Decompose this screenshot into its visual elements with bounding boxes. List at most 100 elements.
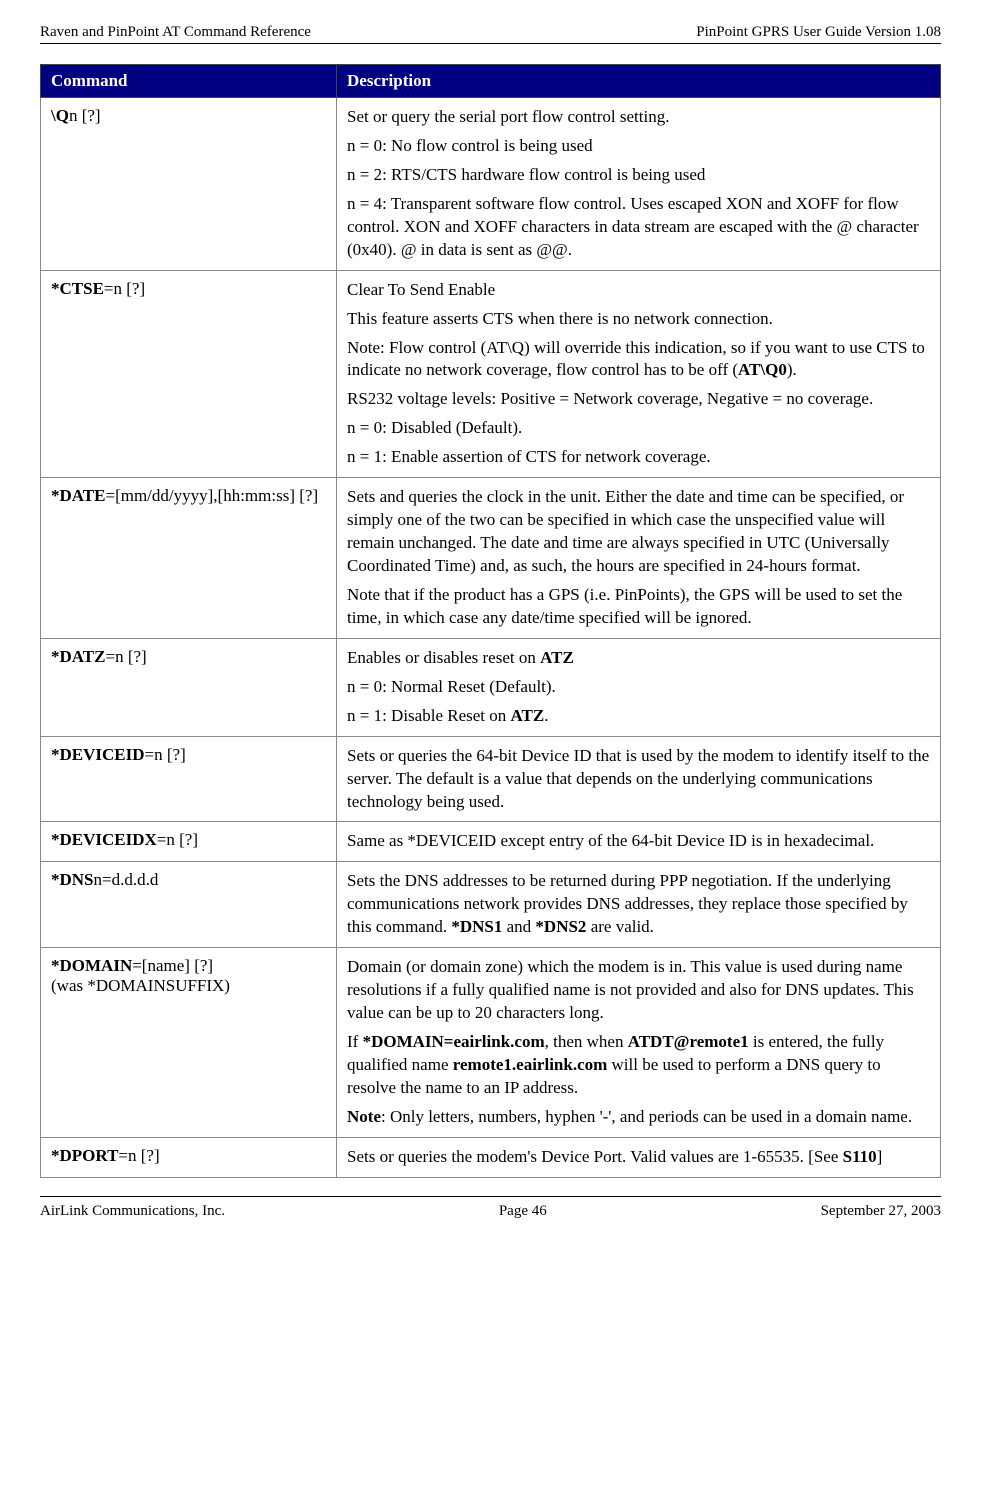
ctse-text-5: n = 0: Disabled (Default).: [347, 417, 930, 440]
cmd-date-bold: *DATE: [51, 486, 105, 505]
dns-1b: *DNS1: [451, 917, 502, 936]
cmd-dport-bold: *DPORT: [51, 1146, 118, 1165]
header-right: PinPoint GPRS User Guide Version 1.08: [696, 24, 941, 41]
q-text-4: n = 4: Transparent software flow control…: [347, 193, 930, 262]
domain-text-2: If *DOMAIN=eairlink.com, then when ATDT@…: [347, 1031, 930, 1100]
desc-datz: Enables or disables reset on ATZ n = 0: …: [337, 638, 941, 736]
cmd-ctse-bold: *CTSE: [51, 279, 104, 298]
ctse-text-6: n = 1: Enable assertion of CTS for netwo…: [347, 446, 930, 469]
page-footer: AirLink Communications, Inc. Page 46 Sep…: [40, 1196, 941, 1220]
cmd-deviceid: *DEVICEID=n [?]: [41, 736, 337, 822]
desc-deviceidx: Same as *DEVICEID except entry of the 64…: [337, 822, 941, 862]
row-dport: *DPORT=n [?] Sets or queries the modem's…: [41, 1137, 941, 1177]
ctse-3b: AT\Q0: [738, 360, 787, 379]
dns-1e: are valid.: [586, 917, 654, 936]
datz-3b: ATZ: [511, 706, 545, 725]
ctse-3a: Note: Flow control (AT\Q) will override …: [347, 338, 925, 380]
cmd-datz-rest: =n [?]: [105, 647, 146, 666]
datz-3c: .: [544, 706, 548, 725]
domain-text-1: Domain (or domain zone) which the modem …: [347, 956, 930, 1025]
date-text-2: Note that if the product has a GPS (i.e.…: [347, 584, 930, 630]
dns-1d: *DNS2: [535, 917, 586, 936]
desc-dns: Sets the DNS addresses to be returned du…: [337, 862, 941, 948]
ctse-text-1: Clear To Send Enable: [347, 279, 930, 302]
desc-dport: Sets or queries the modem's Device Port.…: [337, 1137, 941, 1177]
q-text-3: n = 2: RTS/CTS hardware flow control is …: [347, 164, 930, 187]
cmd-ctse-rest: =n [?]: [104, 279, 145, 298]
col-header-description: Description: [337, 65, 941, 98]
header-left: Raven and PinPoint AT Command Reference: [40, 24, 311, 41]
footer-center: Page 46: [499, 1203, 547, 1220]
document-page: Raven and PinPoint AT Command Reference …: [0, 0, 981, 1238]
dport-text-1: Sets or queries the modem's Device Port.…: [347, 1146, 930, 1169]
date-text-1: Sets and queries the clock in the unit. …: [347, 486, 930, 578]
row-date: *DATE=[mm/dd/yyyy],[hh:mm:ss] [?] Sets a…: [41, 478, 941, 639]
domain-2b: *DOMAIN=eairlink.com: [363, 1032, 545, 1051]
cmd-q: \Qn [?]: [41, 98, 337, 271]
page-header: Raven and PinPoint AT Command Reference …: [40, 24, 941, 44]
cmd-deviceidx-bold: *DEVICEIDX: [51, 830, 157, 849]
domain-3a: Note: [347, 1107, 381, 1126]
desc-deviceid: Sets or queries the 64-bit Device ID tha…: [337, 736, 941, 822]
cmd-domain-line2: (was *DOMAINSUFFIX): [51, 976, 230, 995]
cmd-domain-bold: *DOMAIN: [51, 956, 132, 975]
datz-3a: n = 1: Disable Reset on: [347, 706, 511, 725]
row-deviceidx: *DEVICEIDX=n [?] Same as *DEVICEID excep…: [41, 822, 941, 862]
cmd-deviceid-bold: *DEVICEID: [51, 745, 145, 764]
q-text-1: Set or query the serial port flow contro…: [347, 106, 930, 129]
ctse-text-2: This feature asserts CTS when there is n…: [347, 308, 930, 331]
footer-left: AirLink Communications, Inc.: [40, 1203, 225, 1220]
row-ctse: *CTSE=n [?] Clear To Send Enable This fe…: [41, 270, 941, 478]
row-domain: *DOMAIN=[name] [?] (was *DOMAINSUFFIX) D…: [41, 948, 941, 1138]
cmd-q-rest: n [?]: [69, 106, 101, 125]
ctse-text-3: Note: Flow control (AT\Q) will override …: [347, 337, 930, 383]
cmd-domain: *DOMAIN=[name] [?] (was *DOMAINSUFFIX): [41, 948, 337, 1138]
datz-text-2: n = 0: Normal Reset (Default).: [347, 676, 930, 699]
domain-2f: remote1.eairlink.com: [453, 1055, 608, 1074]
footer-right: September 27, 2003: [821, 1203, 941, 1220]
datz-1a: Enables or disables reset on: [347, 648, 540, 667]
cmd-deviceid-rest: =n [?]: [145, 745, 186, 764]
dns-1c: and: [502, 917, 535, 936]
domain-3b: : Only letters, numbers, hyphen '-', and…: [381, 1107, 912, 1126]
cmd-deviceidx-rest: =n [?]: [157, 830, 198, 849]
datz-text-1: Enables or disables reset on ATZ: [347, 647, 930, 670]
dport-1a: Sets or queries the modem's Device Port.…: [347, 1147, 843, 1166]
table-header-row: Command Description: [41, 65, 941, 98]
cmd-dns-bold: *DNS: [51, 870, 94, 889]
row-q: \Qn [?] Set or query the serial port flo…: [41, 98, 941, 271]
ctse-text-4: RS232 voltage levels: Positive = Network…: [347, 388, 930, 411]
row-datz: *DATZ=n [?] Enables or disables reset on…: [41, 638, 941, 736]
ctse-3c: ).: [787, 360, 797, 379]
cmd-ctse: *CTSE=n [?]: [41, 270, 337, 478]
cmd-deviceidx: *DEVICEIDX=n [?]: [41, 822, 337, 862]
cmd-domain-rest: =[name] [?]: [132, 956, 213, 975]
domain-text-3: Note: Only letters, numbers, hyphen '-',…: [347, 1106, 930, 1129]
desc-ctse: Clear To Send Enable This feature assert…: [337, 270, 941, 478]
deviceidx-text-1: Same as *DEVICEID except entry of the 64…: [347, 830, 930, 853]
cmd-q-bold: \Q: [51, 106, 69, 125]
cmd-dport-rest: =n [?]: [118, 1146, 159, 1165]
cmd-dns: *DNSn=d.d.d.d: [41, 862, 337, 948]
command-table: Command Description \Qn [?] Set or query…: [40, 64, 941, 1178]
domain-2d: ATDT@remote1: [628, 1032, 749, 1051]
datz-1b: ATZ: [540, 648, 574, 667]
domain-2a: If: [347, 1032, 363, 1051]
cmd-dns-rest: n=d.d.d.d: [94, 870, 159, 889]
row-dns: *DNSn=d.d.d.d Sets the DNS addresses to …: [41, 862, 941, 948]
cmd-datz: *DATZ=n [?]: [41, 638, 337, 736]
row-deviceid: *DEVICEID=n [?] Sets or queries the 64-b…: [41, 736, 941, 822]
desc-domain: Domain (or domain zone) which the modem …: [337, 948, 941, 1138]
dns-text-1: Sets the DNS addresses to be returned du…: [347, 870, 930, 939]
deviceid-text-1: Sets or queries the 64-bit Device ID tha…: [347, 745, 930, 814]
datz-text-3: n = 1: Disable Reset on ATZ.: [347, 705, 930, 728]
cmd-datz-bold: *DATZ: [51, 647, 105, 666]
cmd-date-rest: =[mm/dd/yyyy],[hh:mm:ss] [?]: [105, 486, 318, 505]
dport-1c: ]: [877, 1147, 883, 1166]
cmd-dport: *DPORT=n [?]: [41, 1137, 337, 1177]
domain-2c: , then when: [545, 1032, 628, 1051]
cmd-date: *DATE=[mm/dd/yyyy],[hh:mm:ss] [?]: [41, 478, 337, 639]
col-header-command: Command: [41, 65, 337, 98]
desc-q: Set or query the serial port flow contro…: [337, 98, 941, 271]
q-text-2: n = 0: No flow control is being used: [347, 135, 930, 158]
